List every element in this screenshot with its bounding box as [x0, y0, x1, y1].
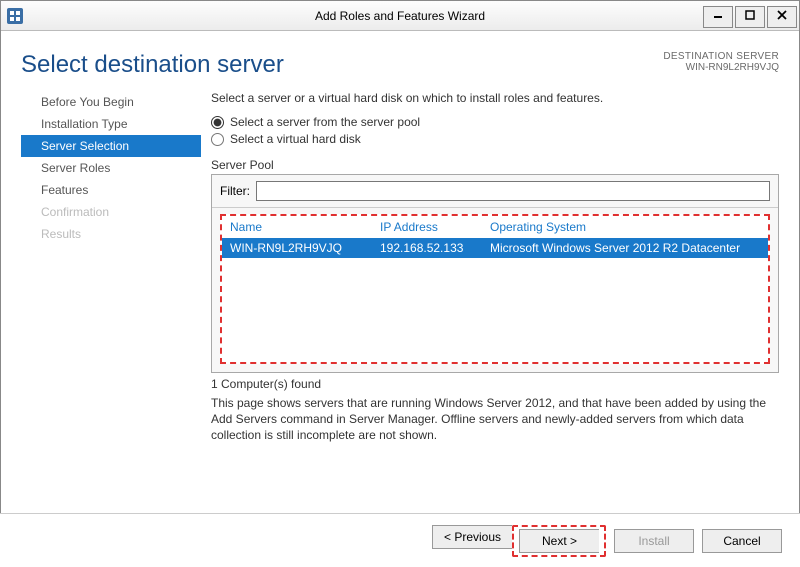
page-description-text: This page shows servers that are running…	[211, 395, 779, 444]
intro-text: Select a server or a virtual hard disk o…	[211, 91, 779, 105]
column-header-ip[interactable]: IP Address	[380, 220, 490, 234]
radio-server-pool-label: Select a server from the server pool	[230, 115, 420, 129]
install-button: Install	[614, 529, 694, 553]
content-pane: Select a server or a virtual hard disk o…	[201, 91, 779, 491]
radio-vhd[interactable]: Select a virtual hard disk	[211, 132, 779, 146]
radio-server-pool-input[interactable]	[211, 116, 224, 129]
destination-block: DESTINATION SERVER WIN-RN9L2RH9VJQ	[663, 41, 779, 73]
cell-name: WIN-RN9L2RH9VJQ	[230, 241, 380, 255]
table-row[interactable]: WIN-RN9L2RH9VJQ 192.168.52.133 Microsoft…	[222, 238, 768, 258]
window-title: Add Roles and Features Wizard	[1, 9, 799, 23]
step-before-you-begin[interactable]: Before You Begin	[21, 91, 201, 113]
server-table: Name IP Address Operating System WIN-RN9…	[220, 214, 770, 364]
column-header-name[interactable]: Name	[230, 220, 380, 234]
step-confirmation: Confirmation	[21, 201, 201, 223]
destination-value: WIN-RN9L2RH9VJQ	[663, 62, 779, 73]
table-header-row: Name IP Address Operating System	[222, 216, 768, 238]
step-features[interactable]: Features	[21, 179, 201, 201]
title-bar: Add Roles and Features Wizard	[1, 1, 799, 31]
wizard-footer: < Previous Next > Install Cancel	[0, 513, 800, 567]
wizard-sidebar: Before You Begin Installation Type Serve…	[21, 91, 201, 491]
content-columns: Before You Begin Installation Type Serve…	[21, 91, 779, 491]
step-server-selection[interactable]: Server Selection	[21, 135, 201, 157]
destination-label: DESTINATION SERVER	[663, 51, 779, 62]
step-installation-type[interactable]: Installation Type	[21, 113, 201, 135]
step-results: Results	[21, 223, 201, 245]
prev-next-group: < Previous Next >	[432, 525, 606, 557]
server-pool-box: Filter: Name IP Address Operating System…	[211, 174, 779, 373]
cancel-button[interactable]: Cancel	[702, 529, 782, 553]
header-row: Select destination server DESTINATION SE…	[21, 41, 779, 79]
computers-found-text: 1 Computer(s) found	[211, 377, 779, 391]
server-pool-label: Server Pool	[211, 158, 779, 172]
filter-row: Filter:	[212, 175, 778, 208]
previous-button[interactable]: < Previous	[432, 525, 512, 549]
next-button[interactable]: Next >	[519, 529, 599, 553]
filter-label: Filter:	[220, 184, 250, 198]
radio-server-pool[interactable]: Select a server from the server pool	[211, 115, 779, 129]
cell-ip: 192.168.52.133	[380, 241, 490, 255]
filter-input[interactable]	[256, 181, 770, 201]
radio-vhd-input[interactable]	[211, 133, 224, 146]
step-server-roles[interactable]: Server Roles	[21, 157, 201, 179]
radio-vhd-label: Select a virtual hard disk	[230, 132, 361, 146]
wizard-body: Select destination server DESTINATION SE…	[1, 31, 799, 512]
column-header-os[interactable]: Operating System	[490, 220, 760, 234]
cell-os: Microsoft Windows Server 2012 R2 Datacen…	[490, 241, 760, 255]
page-title: Select destination server	[21, 41, 284, 79]
next-button-highlight: Next >	[512, 525, 606, 557]
